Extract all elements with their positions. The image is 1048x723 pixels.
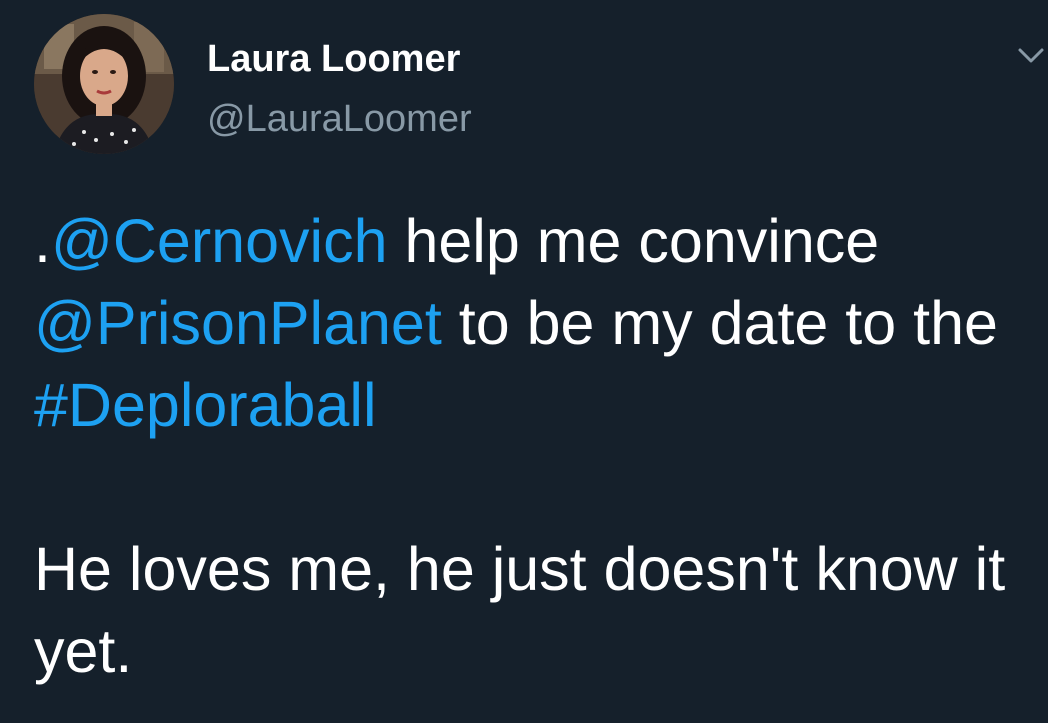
tweet-text-segment: help me convince (387, 207, 880, 275)
hashtag-link-deploraball[interactable]: #Deploraball (34, 371, 377, 439)
mention-link-prisonplanet[interactable]: @PrisonPlanet (34, 289, 442, 357)
user-handle[interactable]: @LauraLoomer (207, 96, 472, 142)
mention-link-cernovich[interactable]: @Cernovich (51, 207, 388, 275)
tweet-prefix: . (34, 207, 51, 275)
tweet-text-segment: to be my date to the (441, 289, 998, 357)
chevron-down-icon[interactable] (1014, 42, 1048, 70)
display-name[interactable]: Laura Loomer (207, 36, 460, 82)
tweet-paragraph-1: .@Cernovich help me convince @PrisonPlan… (34, 200, 1024, 446)
tweet-paragraph-2: He loves me, he just doesn't know it yet… (34, 535, 1006, 685)
tweet-text: .@Cernovich help me convince @PrisonPlan… (34, 200, 1024, 692)
user-avatar-photo-icon (34, 14, 174, 154)
tweet-card: Laura Loomer @LauraLoomer .@Cernovich he… (0, 0, 1048, 723)
avatar[interactable] (34, 14, 174, 154)
